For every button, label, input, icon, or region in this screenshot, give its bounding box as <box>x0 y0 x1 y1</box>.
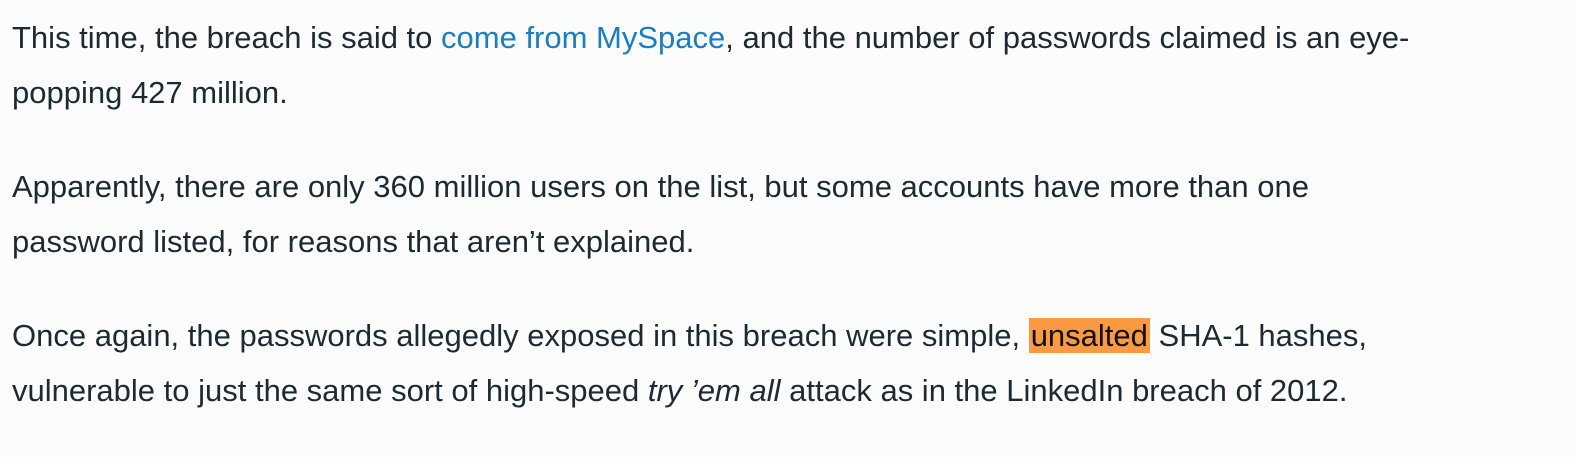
text: Once again, the passwords allegedly expo… <box>12 318 1029 353</box>
paragraph-hashes: Once again, the passwords allegedly expo… <box>12 308 1572 418</box>
text: attack as in the LinkedIn breach of 2012… <box>780 373 1348 408</box>
text-line: password listed, for reasons that aren’t… <box>12 224 695 259</box>
paragraph-myspace: This time, the breach is said to come fr… <box>12 10 1572 120</box>
text-line: Once again, the passwords allegedly expo… <box>12 308 1572 363</box>
text-line: popping 427 million. <box>12 75 288 110</box>
text: SHA-1 hashes, <box>1149 318 1368 353</box>
text: , and the number of passwords claimed is… <box>725 20 1410 55</box>
text-line: vulnerable to just the same sort of high… <box>12 363 1572 418</box>
text-line: Apparently, there are only 360 million u… <box>12 169 1309 204</box>
text: This time, the breach is said to <box>12 20 442 55</box>
myspace-link[interactable]: come from MySpace <box>441 20 725 55</box>
text: vulnerable to just the same sort of high… <box>12 373 648 408</box>
search-highlight: unsalted <box>1028 318 1150 353</box>
paragraph-users: Apparently, there are only 360 million u… <box>12 159 1572 269</box>
emphasis: try ’em all <box>647 373 781 408</box>
article-body: This time, the breach is said to come fr… <box>12 10 1572 457</box>
text-line: This time, the breach is said to come fr… <box>12 10 1572 65</box>
